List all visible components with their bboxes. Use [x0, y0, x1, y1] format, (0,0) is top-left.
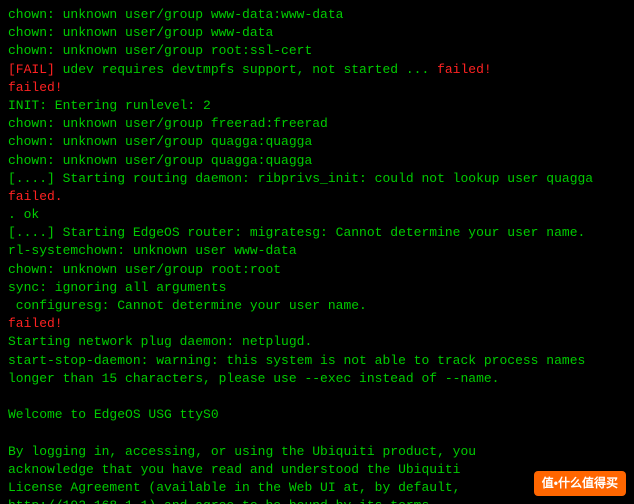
- terminal-line-blank2: [8, 424, 626, 442]
- terminal-line-failed3: failed!: [8, 315, 626, 333]
- terminal-line: chown: unknown user/group freerad:freera…: [8, 115, 626, 133]
- terminal-line-ok: . ok: [8, 206, 626, 224]
- fail-badge: [FAIL]: [8, 62, 55, 77]
- terminal-line: configuresg: Cannot determine your user …: [8, 297, 626, 315]
- terminal-line: Starting network plug daemon: netplugd.: [8, 333, 626, 351]
- terminal-window: chown: unknown user/group www-data:www-d…: [0, 0, 634, 504]
- terminal-line: sync: ignoring all arguments: [8, 279, 626, 297]
- failed-text: failed!: [437, 62, 492, 77]
- terminal-line: [....] Starting EdgeOS router: migratesg…: [8, 224, 626, 242]
- terminal-line: longer than 15 characters, please use --…: [8, 370, 626, 388]
- terminal-line: INIT: Entering runlevel: 2: [8, 97, 626, 115]
- terminal-line-blank: [8, 388, 626, 406]
- terminal-line: http://192.168.1.1) and agree to be boun…: [8, 497, 626, 504]
- terminal-line: [FAIL] udev requires devtmpfs support, n…: [8, 61, 626, 79]
- terminal-line-failed2: failed.: [8, 188, 626, 206]
- terminal-line: chown: unknown user/group quagga:quagga: [8, 133, 626, 151]
- terminal-line: chown: unknown user/group quagga:quagga: [8, 152, 626, 170]
- terminal-line: rl-systemchown: unknown user www-data: [8, 242, 626, 260]
- terminal-line: By logging in, accessing, or using the U…: [8, 443, 626, 461]
- terminal-line-starting-routing: [....] Starting routing daemon: ribprivs…: [8, 170, 626, 188]
- terminal-line: chown: unknown user/group www-data: [8, 24, 626, 42]
- terminal-line: chown: unknown user/group root:root: [8, 261, 626, 279]
- terminal-line-failed: failed!: [8, 79, 626, 97]
- terminal-line-welcome: Welcome to EdgeOS USG ttyS0: [8, 406, 626, 424]
- terminal-line: chown: unknown user/group root:ssl-cert: [8, 42, 626, 60]
- terminal-line: start-stop-daemon: warning: this system …: [8, 352, 626, 370]
- watermark: 值•什么值得买: [534, 471, 626, 496]
- terminal-line: chown: unknown user/group www-data:www-d…: [8, 6, 626, 24]
- terminal-text: udev requires devtmpfs support, not star…: [55, 62, 437, 77]
